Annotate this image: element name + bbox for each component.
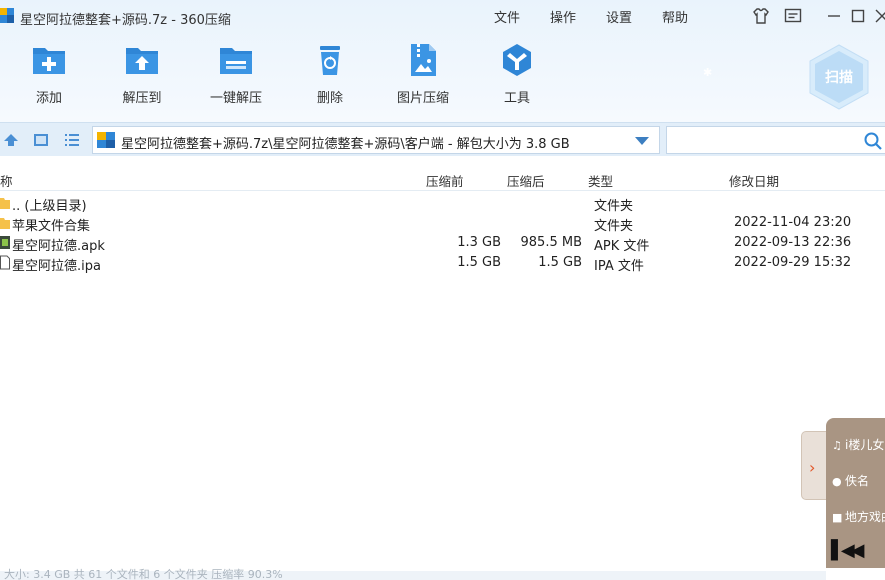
menu-file[interactable]: 文件 [494, 7, 520, 26]
skin-shirt-icon[interactable] [752, 7, 770, 25]
image-compress-label: 图片压缩 [396, 91, 449, 106]
search-icon[interactable] [863, 131, 883, 151]
extract-to-label: 解压到 [122, 91, 162, 106]
address-bar: 星空阿拉德整套+源码.7z\星空阿拉德整套+源码\客户端 - 解包大小为 3.8… [0, 122, 885, 156]
ipa-file-icon [0, 255, 10, 270]
tools-label: 工具 [503, 91, 530, 106]
menu-operation[interactable]: 操作 [550, 7, 576, 26]
panel-footer [826, 568, 885, 580]
path-text: 星空阿拉德整套+源码.7z\星空阿拉德整套+源码\客户端 - 解包大小为 3.8… [121, 137, 570, 152]
status-bar: 大小: 3.4 GB 共 61 个文件和 6 个文件夹 压缩率 90.3% [0, 568, 885, 580]
file-size: 1.5 GB [457, 255, 501, 270]
person-icon: ● [832, 475, 842, 488]
file-date: 2022-11-04 23:20 [734, 215, 852, 230]
app-header: 星空阿拉德整套+源码.7z - 360压缩 文件 操作 设置 帮助 添加 解压到… [0, 0, 885, 122]
delete-icon [320, 46, 340, 75]
music-note-icon: ♫ [832, 439, 842, 452]
extract-to-button[interactable]: 解压到 [97, 42, 187, 106]
menu-help[interactable]: 帮助 [662, 7, 688, 26]
close-icon[interactable] [873, 7, 885, 25]
add-label: 添加 [35, 91, 62, 106]
file-type: IPA 文件 [594, 259, 644, 274]
file-name: 星空阿拉德.ipa [12, 259, 101, 274]
album-icon: ■ [832, 511, 843, 524]
col-type[interactable]: 类型 [588, 171, 613, 190]
minimize-icon[interactable] [825, 7, 843, 25]
song-row[interactable]: ♫ i楼儿女 [832, 436, 884, 453]
add-button[interactable]: 添加 [4, 42, 94, 106]
table-row[interactable]: 星空阿拉德.ipa 1.5 GB 1.5 GB IPA 文件 2022-09-2… [0, 253, 885, 274]
chevron-right-icon: › [809, 458, 816, 477]
path-field[interactable]: 星空阿拉德整套+源码.7z\星空阿拉德整套+源码\客户端 - 解包大小为 3.8… [92, 126, 660, 154]
table-row[interactable]: .. (上级目录) 文件夹 [0, 193, 885, 214]
scan-label: 扫描 [825, 69, 853, 86]
tools-icon [503, 44, 531, 76]
title-bar: 星空阿拉德整套+源码.7z - 360压缩 文件 操作 设置 帮助 [0, 0, 885, 32]
col-name[interactable]: 称 [0, 171, 13, 190]
file-type: 文件夹 [594, 219, 634, 234]
album-name: 地方戏曲 [845, 510, 885, 524]
list-view-icon[interactable] [64, 132, 80, 148]
file-name: 苹果文件合集 [12, 219, 91, 234]
path-dropdown-icon[interactable] [635, 137, 649, 145]
file-packed: 1.5 GB [538, 255, 582, 270]
album-row[interactable]: ■地方戏曲 [832, 508, 885, 525]
one-click-extract-icon [220, 48, 252, 74]
one-click-extract-button[interactable]: 一键解压 [191, 42, 281, 106]
status-text: 大小: 3.4 GB 共 61 个文件和 6 个文件夹 压缩率 90.3% [4, 568, 283, 580]
maximize-icon[interactable] [849, 7, 867, 25]
extract-to-icon [126, 48, 158, 74]
folder-icon [0, 198, 10, 209]
archive-icon [97, 132, 115, 148]
add-icon [33, 48, 65, 74]
song-title: i楼儿女 [845, 438, 885, 452]
file-type: APK 文件 [594, 239, 650, 254]
col-size[interactable]: 压缩前 [426, 171, 464, 190]
file-name: 星空阿拉德.apk [12, 239, 105, 254]
file-date: 2022-09-29 15:32 [734, 255, 852, 270]
delete-label: 删除 [316, 91, 343, 106]
col-date[interactable]: 修改日期 [729, 171, 779, 190]
image-compress-icon [411, 44, 436, 76]
music-panel-toggle[interactable]: › [801, 431, 829, 500]
table-row[interactable]: 星空阿拉德.apk 1.3 GB 985.5 MB APK 文件 2022-09… [0, 233, 885, 254]
col-packed[interactable]: 压缩后 [507, 171, 545, 190]
one-click-extract-label: 一键解压 [209, 91, 262, 106]
sparkle-icon: ✱ [703, 66, 713, 79]
delete-button[interactable]: 删除 [285, 42, 375, 106]
scan-button[interactable]: 扫描 [808, 44, 870, 110]
previous-track-icon[interactable]: ▌◀◀ [831, 540, 864, 561]
up-level-icon[interactable] [3, 132, 19, 148]
column-header: 称 压缩前 压缩后 类型 修改日期 [0, 165, 885, 191]
image-compress-button[interactable]: 图片压缩 [378, 42, 468, 106]
thumbnail-view-icon[interactable] [33, 132, 49, 148]
table-row[interactable]: 苹果文件合集 文件夹 2022-11-04 23:20 [0, 213, 885, 234]
artist-row[interactable]: ● 佚名 [832, 472, 869, 489]
search-input[interactable] [673, 131, 853, 149]
file-name: .. (上级目录) [12, 199, 87, 214]
file-type: 文件夹 [594, 199, 634, 214]
apk-file-icon [0, 236, 10, 249]
menu-settings[interactable]: 设置 [606, 7, 632, 26]
file-packed: 985.5 MB [520, 235, 582, 250]
artist-name: 佚名 [845, 474, 870, 488]
file-size: 1.3 GB [457, 235, 501, 250]
window-title: 星空阿拉德整套+源码.7z - 360压缩 [20, 13, 231, 28]
folder-icon [0, 218, 10, 229]
music-panel: ♫i楼儿女 ●佚名 ■地方戏曲 ▌◀◀ [826, 418, 885, 580]
search-box[interactable] [666, 126, 885, 154]
app-logo-icon [0, 8, 14, 23]
file-date: 2022-09-13 22:36 [734, 235, 852, 250]
message-icon[interactable] [784, 7, 802, 25]
tools-button[interactable]: 工具 [472, 42, 562, 106]
